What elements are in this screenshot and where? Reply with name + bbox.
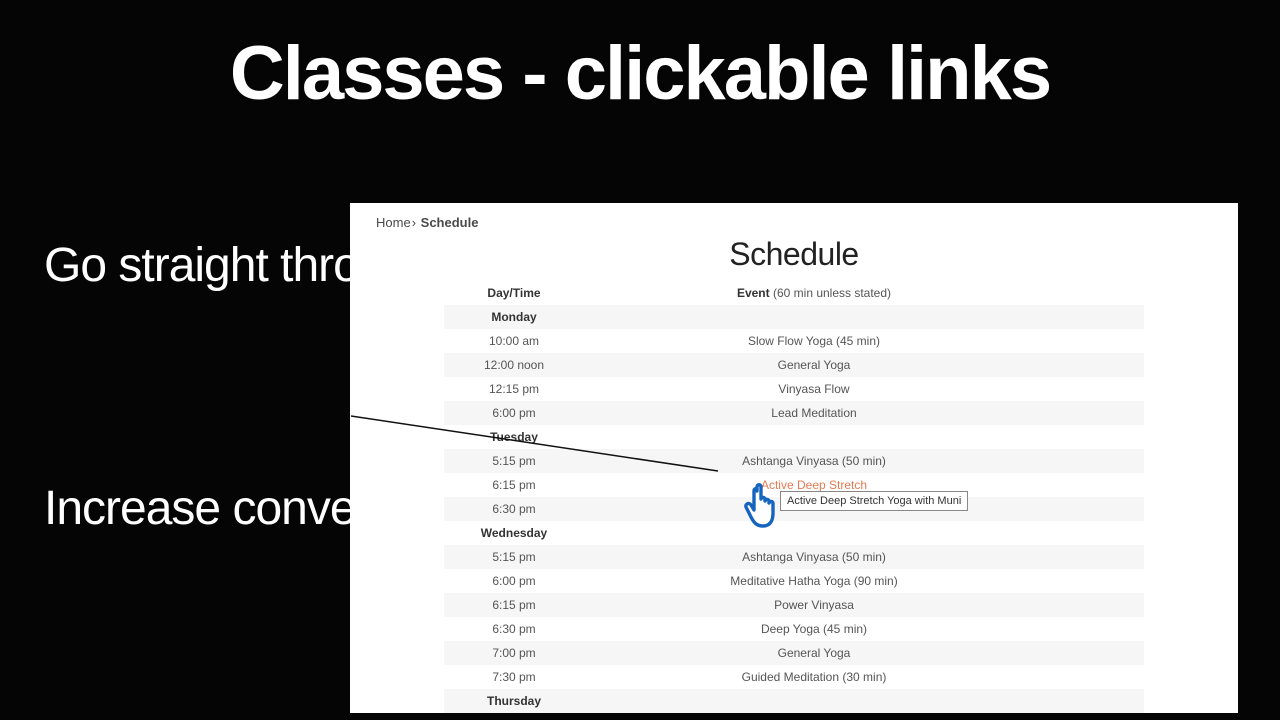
time-cell: 12:00 noon: [444, 358, 584, 372]
event-cell: Vinyasa Flow: [584, 382, 1044, 396]
slide-title: Classes - clickable links: [0, 30, 1280, 117]
header-day-time: Day/Time: [444, 286, 584, 300]
time-cell: 6:15 pm: [444, 478, 584, 492]
schedule-screenshot: Home› Schedule Schedule Day/Time Event (…: [350, 203, 1238, 713]
event-cell: Lead Meditation: [584, 406, 1044, 420]
day-label: Monday: [444, 310, 584, 324]
table-day-row: Tuesday: [444, 425, 1144, 449]
table-row: 12:00 noonGeneral Yoga: [444, 353, 1144, 377]
event-cell: General Yoga: [584, 358, 1044, 372]
table-row: 5:15 pmAshtanga Vinyasa (50 min): [444, 545, 1144, 569]
event-cell: Ashtanga Vinyasa (50 min): [584, 550, 1044, 564]
time-cell: 7:30 pm: [444, 670, 584, 684]
day-label: Thursday: [444, 694, 584, 708]
table-day-row: Thursday: [444, 689, 1144, 713]
time-cell: 6:30 pm: [444, 502, 584, 516]
table-row: 6:15 pmPower Vinyasa: [444, 593, 1144, 617]
event-cell: Ashtanga Vinyasa (50 min): [584, 454, 1044, 468]
breadcrumb-current: Schedule: [421, 215, 479, 230]
table-row: 6:30 pmDeep Yoga (45 min): [444, 617, 1144, 641]
header-event-strong: Event: [737, 286, 770, 300]
event-cell: Power Vinyasa: [584, 598, 1044, 612]
time-cell: 12:15 pm: [444, 382, 584, 396]
table-header-row: Day/Time Event (60 min unless stated): [444, 281, 1144, 305]
time-cell: 7:00 pm: [444, 646, 584, 660]
time-cell: 6:00 pm: [444, 406, 584, 420]
event-cell: General Yoga: [584, 646, 1044, 660]
tooltip: Active Deep Stretch Yoga with Muni: [780, 491, 968, 511]
class-link[interactable]: Active Deep Stretch: [761, 478, 867, 492]
event-cell: Deep Yoga (45 min): [584, 622, 1044, 636]
event-cell: Meditative Hatha Yoga (90 min): [584, 574, 1044, 588]
table-row: 6:00 pmLead Meditation: [444, 401, 1144, 425]
chevron-right-icon: ›: [412, 215, 416, 230]
table-row: 7:30 pmGuided Meditation (30 min): [444, 665, 1144, 689]
breadcrumb-home[interactable]: Home: [376, 215, 411, 230]
time-cell: 5:15 pm: [444, 550, 584, 564]
time-cell: 5:15 pm: [444, 454, 584, 468]
event-cell: Guided Meditation (30 min): [584, 670, 1044, 684]
day-label: Tuesday: [444, 430, 584, 444]
time-cell: 6:15 pm: [444, 598, 584, 612]
time-cell: 6:00 pm: [444, 574, 584, 588]
header-event-note: (60 min unless stated): [770, 286, 891, 300]
table-row: 12:15 pmVinyasa Flow: [444, 377, 1144, 401]
table-row: 6:00 pmMeditative Hatha Yoga (90 min): [444, 569, 1144, 593]
day-label: Wednesday: [444, 526, 584, 540]
breadcrumb: Home› Schedule: [350, 203, 1238, 234]
page-title: Schedule: [350, 236, 1238, 273]
table-row: 10:00 amSlow Flow Yoga (45 min): [444, 329, 1144, 353]
event-cell: Slow Flow Yoga (45 min): [584, 334, 1044, 348]
table-row: 7:00 pmGeneral Yoga: [444, 641, 1144, 665]
time-cell: 10:00 am: [444, 334, 584, 348]
time-cell: 6:30 pm: [444, 622, 584, 636]
header-event: Event (60 min unless stated): [584, 286, 1044, 300]
table-day-row: Monday: [444, 305, 1144, 329]
event-cell[interactable]: Active Deep Stretch: [584, 478, 1044, 492]
table-day-row: Wednesday: [444, 521, 1144, 545]
table-row: 5:15 pmAshtanga Vinyasa (50 min): [444, 449, 1144, 473]
